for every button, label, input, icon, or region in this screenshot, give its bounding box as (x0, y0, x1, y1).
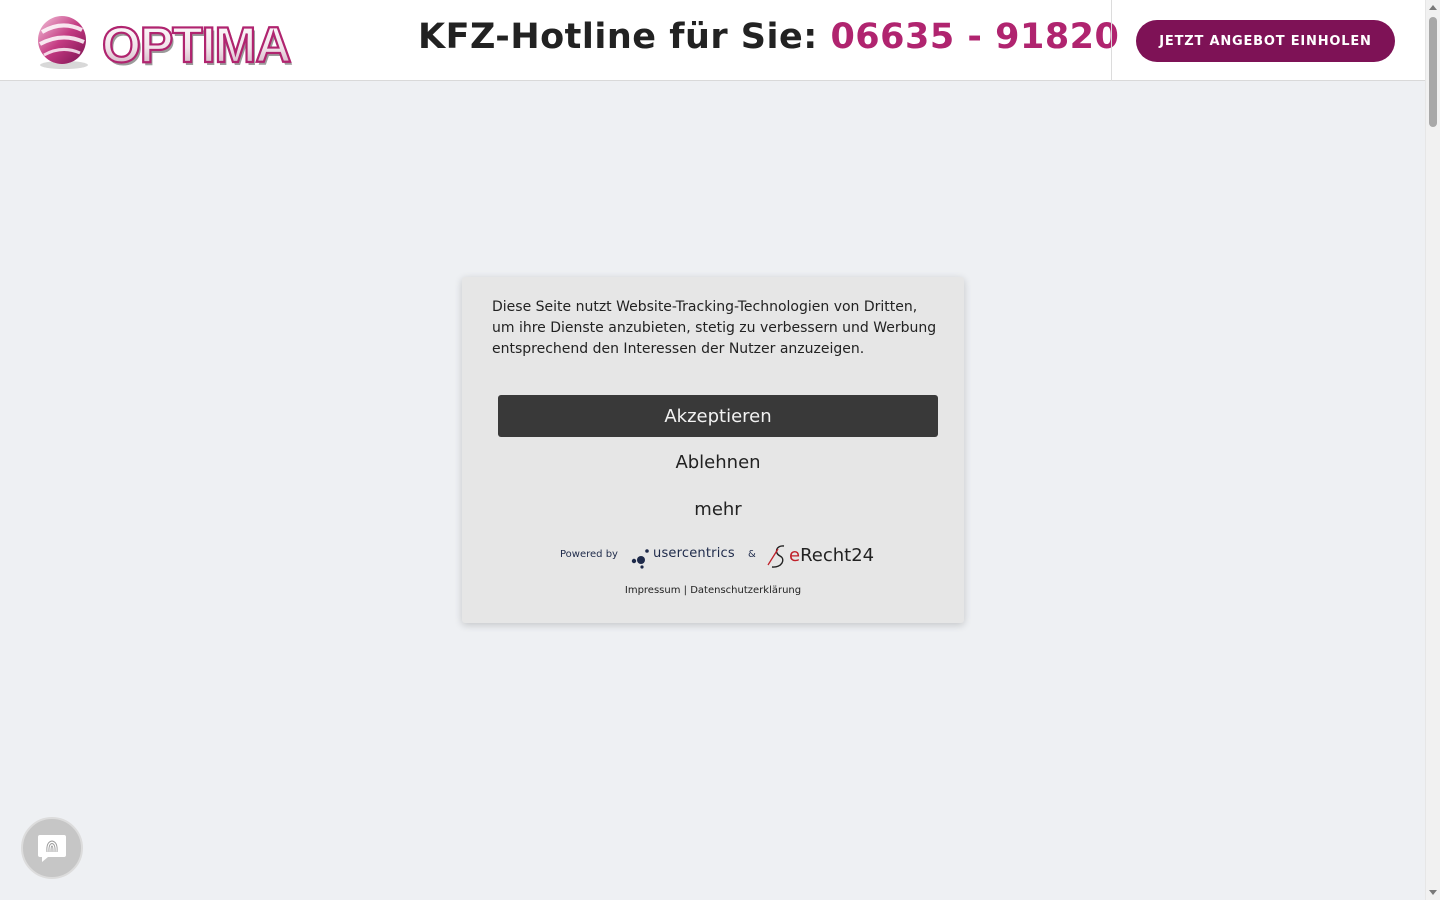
decline-button[interactable]: Ablehnen (498, 442, 938, 482)
more-button[interactable]: mehr (498, 489, 938, 529)
logo-text: OPTIMA (102, 17, 290, 72)
ampersand: & (748, 549, 756, 560)
powered-by-row: Powered by usercentrics & eRecht24 (462, 543, 964, 569)
dialog-footer-links: Impressum | Datenschutzerklärung (462, 585, 964, 596)
erecht24-prefix: e (789, 545, 801, 566)
fingerprint-icon (38, 835, 66, 862)
privacy-settings-button[interactable] (21, 817, 83, 879)
cookie-message: Diese Seite nutzt Website-Tracking-Techn… (492, 299, 937, 357)
link-separator: | (683, 585, 688, 596)
usercentrics-wordmark: usercentrics (653, 546, 735, 561)
scroll-thumb[interactable] (1429, 17, 1437, 127)
erecht24-wordmark: eRecht24 (789, 545, 874, 566)
site-header: OPTIMA OPTIMA KFZ-Hotline für Sie: 06635… (0, 0, 1425, 81)
erecht24-rest: Recht24 (800, 545, 875, 566)
scroll-down-icon[interactable] (1429, 890, 1437, 895)
hotline: KFZ-Hotline für Sie: 06635 - 91820 (418, 14, 1119, 60)
accept-button[interactable]: Akzeptieren (498, 395, 938, 437)
header-divider (1111, 0, 1112, 81)
usercentrics-icon (631, 549, 649, 569)
privacy-policy-link[interactable]: Datenschutzerklärung (690, 585, 801, 596)
cookie-consent-dialog: Diese Seite nutzt Website-Tracking-Techn… (462, 277, 964, 623)
hotline-label: KFZ-Hotline für Sie: (418, 17, 818, 57)
get-offer-button[interactable]: JETZT ANGEBOT EINHOLEN (1136, 20, 1395, 62)
powered-by-label: Powered by (560, 549, 618, 560)
optima-logo[interactable]: OPTIMA OPTIMA (34, 12, 338, 76)
imprint-link[interactable]: Impressum (625, 585, 681, 596)
hotline-phone-link[interactable]: 06635 - 91820 (830, 17, 1119, 57)
scroll-up-icon[interactable] (1429, 5, 1437, 10)
page-scrollbar[interactable] (1425, 0, 1440, 900)
